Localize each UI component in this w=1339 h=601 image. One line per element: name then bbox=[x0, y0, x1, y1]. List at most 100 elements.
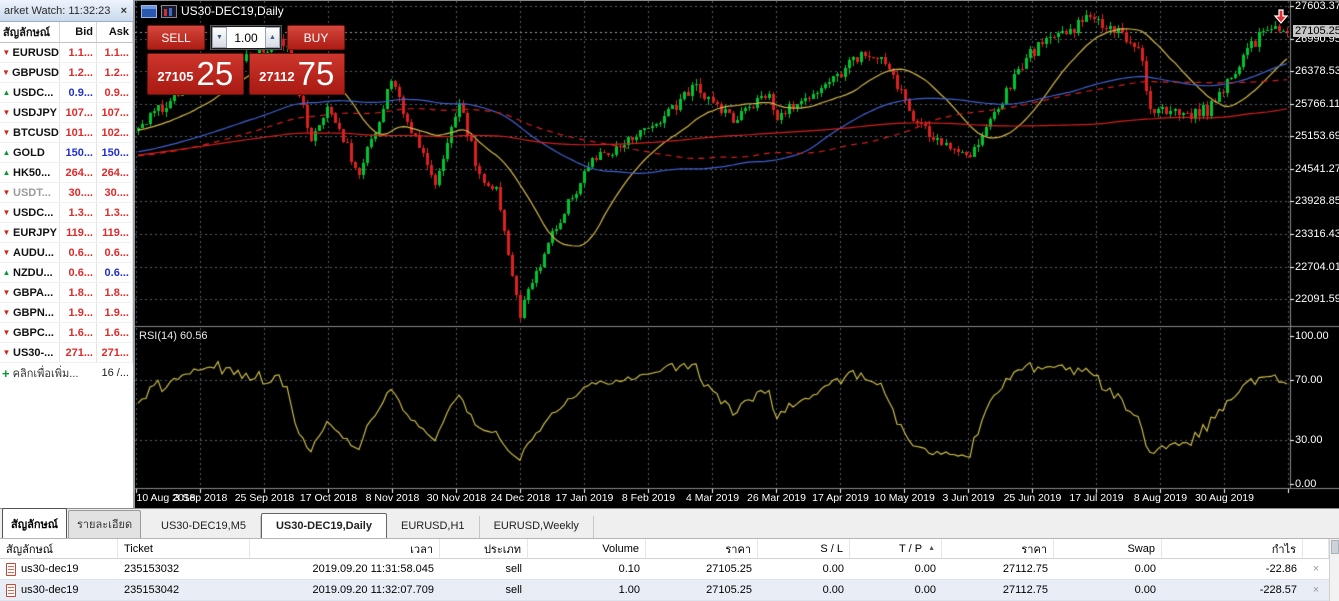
column-ask[interactable]: Ask bbox=[97, 22, 133, 42]
mt5-terminal: arket Watch: 11:32:23 × สัญลักษณ์ Bid As… bbox=[0, 0, 1339, 601]
sell-button[interactable]: SELL bbox=[147, 25, 205, 50]
orders-column-header[interactable]: ราคา bbox=[942, 539, 1054, 558]
orders-column-header[interactable]: ประเภท bbox=[440, 539, 528, 558]
down-arrow-icon: ▼ bbox=[2, 328, 11, 337]
orders-column-header[interactable]: ราคา bbox=[646, 539, 758, 558]
date-label[interactable]: 24 Dec 2018 bbox=[491, 492, 551, 504]
date-label[interactable]: 25 Sep 2018 bbox=[235, 492, 295, 504]
depth-of-market-icon[interactable] bbox=[141, 4, 157, 18]
buy-button[interactable]: BUY bbox=[287, 25, 345, 50]
column-symbol[interactable]: สัญลักษณ์ bbox=[0, 22, 60, 42]
market-watch-row[interactable]: ▼ GBPA... 1.8... 1.8... bbox=[0, 283, 133, 303]
ask-value: 30.... bbox=[97, 183, 133, 202]
date-label[interactable]: 17 Jan 2019 bbox=[556, 492, 614, 504]
market-watch-row[interactable]: ▼ USDJPY 107... 107... bbox=[0, 103, 133, 123]
order-row[interactable]: us30-dec19 235153032 2019.09.20 11:31:58.0… bbox=[0, 559, 1339, 580]
buy-price-box[interactable]: 27112 75 bbox=[248, 53, 345, 95]
chart-window[interactable]: US30-DEC19,Daily SELL ▼ 1.00 ▲ BUY 27105… bbox=[135, 0, 1339, 508]
close-icon[interactable]: × bbox=[119, 5, 129, 17]
volume-input[interactable]: 1.00 bbox=[227, 27, 265, 48]
market-watch-row[interactable]: ▼ EURUSD 1.1... 1.1... bbox=[0, 43, 133, 63]
date-label[interactable]: 4 Mar 2019 bbox=[686, 492, 739, 504]
price-label: 27603.37 bbox=[1295, 0, 1339, 12]
market-watch-row[interactable]: ▲ USDC... 0.9... 0.9... bbox=[0, 83, 133, 103]
orders-column-header[interactable]: Swap bbox=[1054, 539, 1162, 558]
market-watch-row[interactable]: ▼ AUDU... 0.6... 0.6... bbox=[0, 243, 133, 263]
close-order-icon[interactable]: × bbox=[1303, 584, 1329, 596]
market-watch-row[interactable]: ▲ HK50... 264... 264... bbox=[0, 163, 133, 183]
toolbox-tab[interactable]: สัญลักษณ์ bbox=[2, 508, 67, 538]
date-label[interactable]: 10 May 2019 bbox=[874, 492, 935, 504]
chart-tab[interactable]: US30-DEC19,Daily bbox=[260, 513, 387, 538]
market-watch-row[interactable]: ▼ USDT... 30.... 30.... bbox=[0, 183, 133, 203]
market-watch-row[interactable]: ▼ BTCUSD 101... 102... bbox=[0, 123, 133, 143]
symbol-name: GBPN... bbox=[13, 306, 54, 319]
rsi-axis-label: 100.00 bbox=[1295, 330, 1329, 342]
down-arrow-icon: ▼ bbox=[2, 108, 11, 117]
orders-column-header[interactable]: กำไร bbox=[1162, 539, 1303, 558]
date-label[interactable]: 25 Jun 2019 bbox=[1004, 492, 1062, 504]
bid-value: 271... bbox=[60, 343, 97, 362]
market-watch-header: สัญลักษณ์ Bid Ask bbox=[0, 22, 133, 43]
close-order-icon[interactable]: × bbox=[1303, 563, 1329, 575]
market-watch-titlebar[interactable]: arket Watch: 11:32:23 × bbox=[0, 0, 133, 22]
date-label[interactable]: 3 Jun 2019 bbox=[943, 492, 995, 504]
orders-scrollbar[interactable] bbox=[1329, 539, 1339, 601]
market-watch-row[interactable]: ▼ US30-... 271... 271... bbox=[0, 343, 133, 363]
chart-tab[interactable]: EURUSD,Weekly bbox=[480, 516, 594, 538]
date-label[interactable]: 3 Sep 2018 bbox=[174, 492, 228, 504]
bottom-tab-strip: สัญลักษณ์ รายละเอียด US30-DEC19,M5 US30-DE… bbox=[0, 508, 1339, 538]
date-label[interactable]: 17 Apr 2019 bbox=[812, 492, 869, 504]
market-watch-row[interactable]: ▼ EURJPY 119... 119... bbox=[0, 223, 133, 243]
orders-column-header[interactable]: S / L bbox=[758, 539, 850, 558]
price-label: 24541.27 bbox=[1295, 162, 1339, 175]
date-label[interactable]: 8 Feb 2019 bbox=[622, 492, 675, 504]
date-label[interactable]: 17 Oct 2018 bbox=[300, 492, 357, 504]
market-watch-row[interactable]: ▼ GBPUSD 1.2... 1.2... bbox=[0, 63, 133, 83]
market-watch-row[interactable]: ▲ NZDU... 0.6... 0.6... bbox=[0, 263, 133, 283]
orders-column-header[interactable]: Volume bbox=[528, 539, 646, 558]
order-time: 2019.09.20 11:32:07.709 bbox=[312, 584, 434, 596]
ask-value: 1.1... bbox=[97, 43, 133, 62]
price-label: 25153.69 bbox=[1295, 130, 1339, 143]
order-swap: 0.00 bbox=[1134, 584, 1156, 596]
market-watch-row[interactable]: ▼ USDC... 1.3... 1.3... bbox=[0, 203, 133, 223]
date-label[interactable]: 30 Aug 2019 bbox=[1195, 492, 1254, 504]
date-label[interactable]: 8 Aug 2019 bbox=[1134, 492, 1187, 504]
orders-column-header[interactable]: Ticket bbox=[118, 539, 250, 558]
orders-column-header[interactable]: เวลา bbox=[250, 539, 440, 558]
orders-panel: สัญลักษณ์ Ticket เวลา ประเภท Volume ราคา S / L… bbox=[0, 538, 1339, 601]
date-label[interactable]: 8 Nov 2018 bbox=[366, 492, 420, 504]
market-watch-row[interactable]: ▼ GBPN... 1.9... 1.9... bbox=[0, 303, 133, 323]
symbol-cell: ▼ GBPA... bbox=[0, 283, 60, 302]
order-row[interactable]: us30-dec19 235153042 2019.09.20 11:32:07.7… bbox=[0, 580, 1339, 601]
orders-column-header[interactable]: สัญลักษณ์ bbox=[0, 539, 118, 558]
orders-column-header[interactable]: T / P ▲ bbox=[850, 539, 942, 558]
date-label[interactable]: 17 Jul 2019 bbox=[1069, 492, 1123, 504]
date-label[interactable]: 30 Nov 2018 bbox=[427, 492, 487, 504]
date-label[interactable]: 26 Mar 2019 bbox=[747, 492, 806, 504]
column-bid[interactable]: Bid bbox=[60, 22, 97, 42]
toolbox-tab[interactable]: รายละเอียด bbox=[67, 510, 142, 538]
scrollbar-thumb[interactable] bbox=[1330, 540, 1339, 554]
sell-price-box[interactable]: 27105 25 bbox=[147, 53, 244, 95]
symbol-cell: ▼ USDT... bbox=[0, 183, 60, 202]
market-watch-add-symbol[interactable]: + คลิกเพื่อเพิ่ม... 16 /... bbox=[0, 363, 133, 383]
symbol-name: USDC... bbox=[13, 86, 54, 99]
volume-decrease-button[interactable]: ▼ bbox=[212, 27, 227, 48]
symbol-name: USDT... bbox=[13, 186, 51, 199]
market-watch-row[interactable]: ▼ GBPC... 1.6... 1.6... bbox=[0, 323, 133, 343]
chart-type-icon[interactable] bbox=[161, 4, 177, 18]
bid-value: 0.6... bbox=[60, 243, 97, 262]
market-watch-row[interactable]: ▲ GOLD 150... 150... bbox=[0, 143, 133, 163]
order-ticket: 235153032 bbox=[124, 563, 180, 575]
ask-value: 107... bbox=[97, 103, 133, 122]
symbol-cell: ▼ EURUSD bbox=[0, 43, 60, 62]
bid-value: 1.8... bbox=[60, 283, 97, 302]
volume-increase-button[interactable]: ▲ bbox=[265, 27, 280, 48]
date-axis[interactable]: 10 Aug 2018 3 Sep 2018 25 Sep 2018 17 Oct 2… bbox=[135, 491, 1291, 508]
chart-tab[interactable]: EURUSD,H1 bbox=[387, 516, 480, 538]
order-symbol: us30-dec19 bbox=[21, 584, 79, 596]
chart-tab[interactable]: US30-DEC19,M5 bbox=[147, 516, 261, 538]
price-axis[interactable]: 27603.37 26990.95 26378.53 25766.11 25153.69… bbox=[1293, 0, 1339, 508]
